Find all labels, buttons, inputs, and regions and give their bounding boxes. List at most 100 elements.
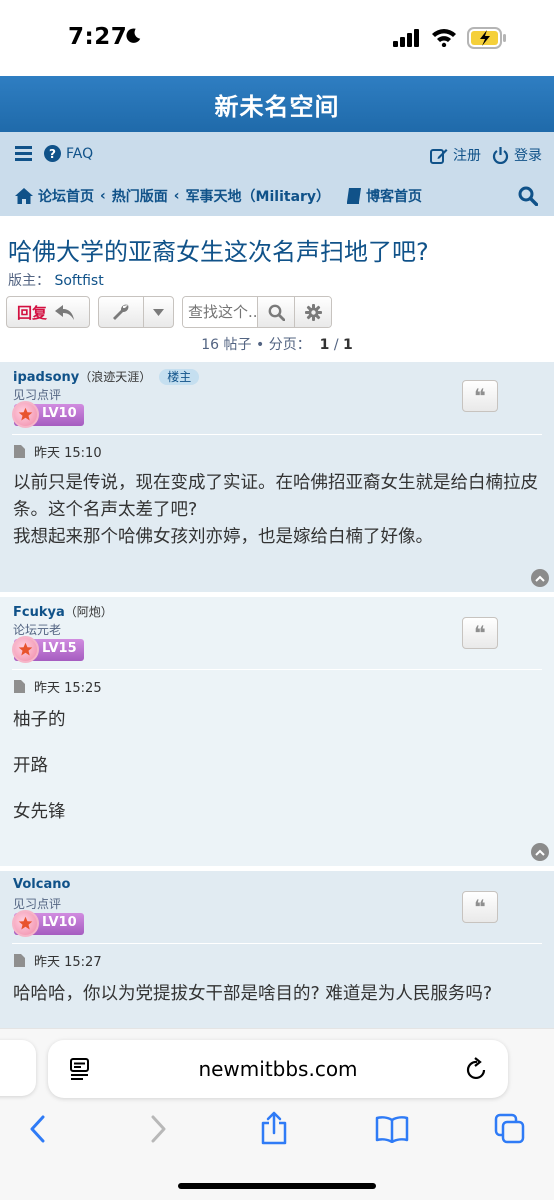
quote-icon: ❝ xyxy=(474,621,486,645)
advanced-search-button[interactable] xyxy=(294,297,331,327)
quote-button[interactable]: ❝ xyxy=(462,380,498,412)
signal-icon xyxy=(393,29,419,47)
bookmarks-icon[interactable] xyxy=(375,1115,409,1143)
post: ipadsony（浪迹天涯） 楼主 见习点评 LV10 ❝ 昨天 15:10 以前… xyxy=(0,359,554,592)
home-icon xyxy=(15,188,33,204)
previous-tab-pill[interactable] xyxy=(0,1040,36,1096)
navbar: ? FAQ 注册 登录 论坛首页 ‹ 热门版面 ‹ 军事天地（Military）… xyxy=(0,132,554,216)
total-pages: 1 xyxy=(342,337,353,353)
post-date-text: 昨天 15:10 xyxy=(34,446,102,461)
breadcrumb: 论坛首页 ‹ 热门版面 ‹ 军事天地（Military） 博客首页 xyxy=(0,176,554,216)
breadcrumb-hot[interactable]: 热门版面 xyxy=(112,186,168,206)
breadcrumb-separator: ‹ xyxy=(173,188,180,204)
level-badge: LV10 xyxy=(12,401,84,428)
faq-label: FAQ xyxy=(66,145,94,162)
post-author: ipadsony（浪迹天涯） 楼主 xyxy=(13,368,200,385)
level-text: LV10 xyxy=(42,915,77,930)
post-divider xyxy=(12,943,542,944)
star-icon xyxy=(12,636,39,663)
page-icon xyxy=(14,954,25,967)
level-badge: LV10 xyxy=(12,910,84,937)
topic-tools-button[interactable] xyxy=(98,296,174,328)
edit-icon xyxy=(430,148,448,164)
author-name[interactable]: Volcano xyxy=(13,877,70,892)
browser-toolbar: newmitbbs.com xyxy=(0,1028,554,1200)
star-icon xyxy=(12,910,39,937)
post-date: 昨天 15:10 xyxy=(14,442,102,461)
page-icon xyxy=(14,680,25,693)
blog-link[interactable]: 博客首页 xyxy=(346,186,422,206)
breadcrumb-label: 军事天地（Military） xyxy=(185,189,331,205)
post-body: 柚子的 开路 女先锋 xyxy=(13,707,540,826)
moderator-link[interactable]: Softfist xyxy=(54,273,103,289)
caret-down-icon xyxy=(152,308,164,316)
post-divider xyxy=(12,669,542,670)
address-bar[interactable]: newmitbbs.com xyxy=(48,1040,508,1098)
author-name[interactable]: Fcukya xyxy=(13,605,65,620)
scroll-top-icon[interactable] xyxy=(531,569,549,587)
reload-icon[interactable] xyxy=(466,1057,488,1081)
url-text: newmitbbs.com xyxy=(198,1057,358,1081)
post-body: 哈哈哈，你以为党提拔女干部是啥目的? 难道是为人民服务吗? xyxy=(13,981,540,1008)
login-link[interactable]: 登录 xyxy=(492,145,542,165)
topic-search xyxy=(182,296,332,328)
author-rank: 见习点评 xyxy=(13,388,62,402)
breadcrumb-military[interactable]: 军事天地（Military） xyxy=(186,186,331,206)
forward-icon[interactable] xyxy=(148,1115,168,1143)
quote-icon: ❝ xyxy=(474,895,486,919)
tools-dropdown[interactable] xyxy=(144,297,173,327)
power-icon xyxy=(492,146,509,164)
home-indicator[interactable] xyxy=(178,1183,376,1189)
author-name[interactable]: ipadsony xyxy=(13,370,79,385)
post-count: 16 帖子 • 分页： xyxy=(201,337,311,353)
level-text: LV10 xyxy=(42,406,77,421)
search-icon[interactable] xyxy=(518,186,538,206)
post-date: 昨天 15:27 xyxy=(14,951,102,970)
page-separator: / xyxy=(333,337,339,353)
scroll-top-icon[interactable] xyxy=(531,843,549,861)
reply-button[interactable]: 回复 xyxy=(6,296,90,328)
topic-search-input[interactable] xyxy=(183,297,257,327)
author-alias: （阿炮） xyxy=(64,605,113,619)
faq-link[interactable]: ? FAQ xyxy=(44,145,93,162)
tabs-icon[interactable] xyxy=(494,1113,526,1145)
back-icon[interactable] xyxy=(28,1115,48,1143)
site-title[interactable]: 新未名空间 xyxy=(215,87,340,122)
post-paragraph: 开路 xyxy=(13,756,48,776)
star-icon xyxy=(12,401,39,428)
moderator-line: 版主： Softfist xyxy=(8,270,104,290)
quote-button[interactable]: ❝ xyxy=(462,891,498,923)
status-time: 7:27 xyxy=(68,24,128,50)
post-paragraph: 我想起来那个哈佛女孩刘亦婷，也是嫁给白楠了好像。 xyxy=(13,527,433,547)
status-bar: 7:27 xyxy=(0,0,554,76)
nav-row-top: ? FAQ 注册 登录 xyxy=(0,132,554,176)
post-date: 昨天 15:25 xyxy=(14,677,102,696)
breadcrumb-home[interactable]: 论坛首页 xyxy=(15,186,94,206)
level-badge: LV15 xyxy=(12,636,84,663)
breadcrumb-label: 热门版面 xyxy=(111,189,168,205)
post-paragraph: 女先锋 xyxy=(13,802,66,822)
topic-tools[interactable] xyxy=(99,297,144,327)
breadcrumb-label: 论坛首页 xyxy=(38,189,94,205)
level-text: LV15 xyxy=(42,641,77,656)
post-date-text: 昨天 15:27 xyxy=(34,955,102,970)
share-icon[interactable] xyxy=(260,1111,288,1145)
topic-search-button[interactable] xyxy=(257,297,294,327)
current-page: 1 xyxy=(319,337,330,353)
search-icon xyxy=(268,304,285,321)
author-rank: 论坛元老 xyxy=(13,623,62,637)
book-icon xyxy=(347,188,362,204)
quote-button[interactable]: ❝ xyxy=(462,617,498,649)
battery-icon xyxy=(467,27,506,49)
post: Volcano 见习点评 LV10 ❝ 昨天 15:27 哈哈哈，你以为党提拔女… xyxy=(0,868,554,1038)
post-paragraph: 柚子的 xyxy=(13,710,66,730)
post-paragraph: 以前只是传说，现在变成了实证。在哈佛招亚裔女生就是给白楠拉皮条。这个名声太差了吧… xyxy=(13,473,538,520)
pagination: 16 帖子 • 分页： 1 / 1 xyxy=(0,334,554,354)
topic-title[interactable]: 哈佛大学的亚裔女生这次名声扫地了吧? xyxy=(8,232,429,267)
post-paragraph: 哈哈哈，你以为党提拔女干部是啥目的? 难道是为人民服务吗? xyxy=(13,984,493,1004)
menu-icon[interactable] xyxy=(15,146,32,161)
login-label: 登录 xyxy=(514,148,542,164)
register-link[interactable]: 注册 xyxy=(430,145,481,165)
wifi-icon xyxy=(432,29,456,47)
moderator-label: 版主： xyxy=(8,273,50,289)
